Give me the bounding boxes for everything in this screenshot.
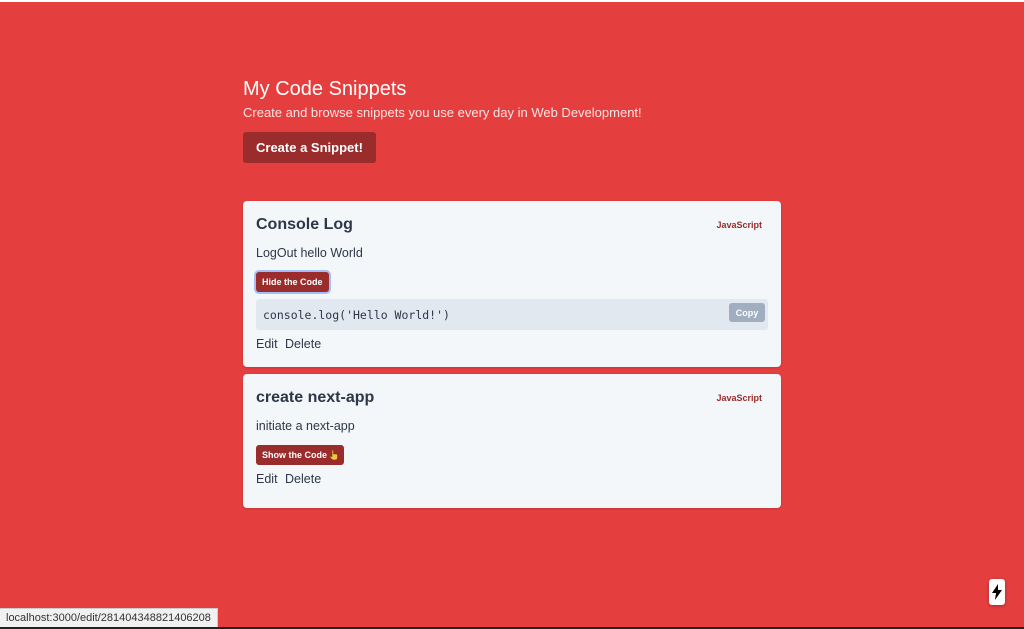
main-container: My Code Snippets Create and browse snipp…	[243, 76, 781, 508]
snippet-description: LogOut hello World	[256, 246, 363, 260]
edit-link[interactable]: Edit	[256, 337, 278, 351]
snippet-card: create next-app JavaScript initiate a ne…	[243, 374, 781, 508]
snippet-actions: Edit Delete	[256, 335, 768, 353]
lightning-bolt-icon	[992, 584, 1002, 600]
status-bar-url: localhost:3000/edit/281404348821406208	[0, 608, 218, 627]
page-title: My Code Snippets	[243, 78, 407, 100]
nextjs-indicator-button[interactable]	[989, 579, 1005, 605]
code-block: console.log('Hello World!') Copy	[256, 299, 768, 330]
hide-code-button[interactable]: Hide the Code	[256, 272, 329, 292]
language-badge: JavaScript	[716, 220, 762, 230]
show-code-label: Show the Code	[262, 450, 327, 460]
hide-code-label: Hide the Code	[262, 277, 323, 287]
page-subtitle: Create and browse snippets you use every…	[243, 105, 642, 120]
create-snippet-button[interactable]: Create a Snippet!	[243, 132, 376, 163]
snippet-description: initiate a next-app	[256, 419, 355, 433]
snippet-card: Console Log JavaScript LogOut hello Worl…	[243, 201, 781, 367]
delete-link[interactable]: Delete	[285, 337, 321, 351]
delete-link[interactable]: Delete	[285, 472, 321, 486]
language-badge: JavaScript	[716, 393, 762, 403]
code-text: console.log('Hello World!')	[263, 307, 450, 322]
edit-link[interactable]: Edit	[256, 472, 278, 486]
snippet-title: create next-app	[256, 389, 375, 406]
snippet-card-header: Console Log JavaScript	[256, 214, 768, 236]
snippet-title: Console Log	[256, 216, 353, 233]
copy-button[interactable]: Copy	[729, 303, 765, 322]
show-code-button[interactable]: Show the Code	[256, 445, 344, 465]
pointer-hand-icon	[330, 450, 338, 460]
snippet-card-header: create next-app JavaScript	[256, 387, 768, 409]
snippet-actions: Edit Delete	[256, 470, 768, 488]
